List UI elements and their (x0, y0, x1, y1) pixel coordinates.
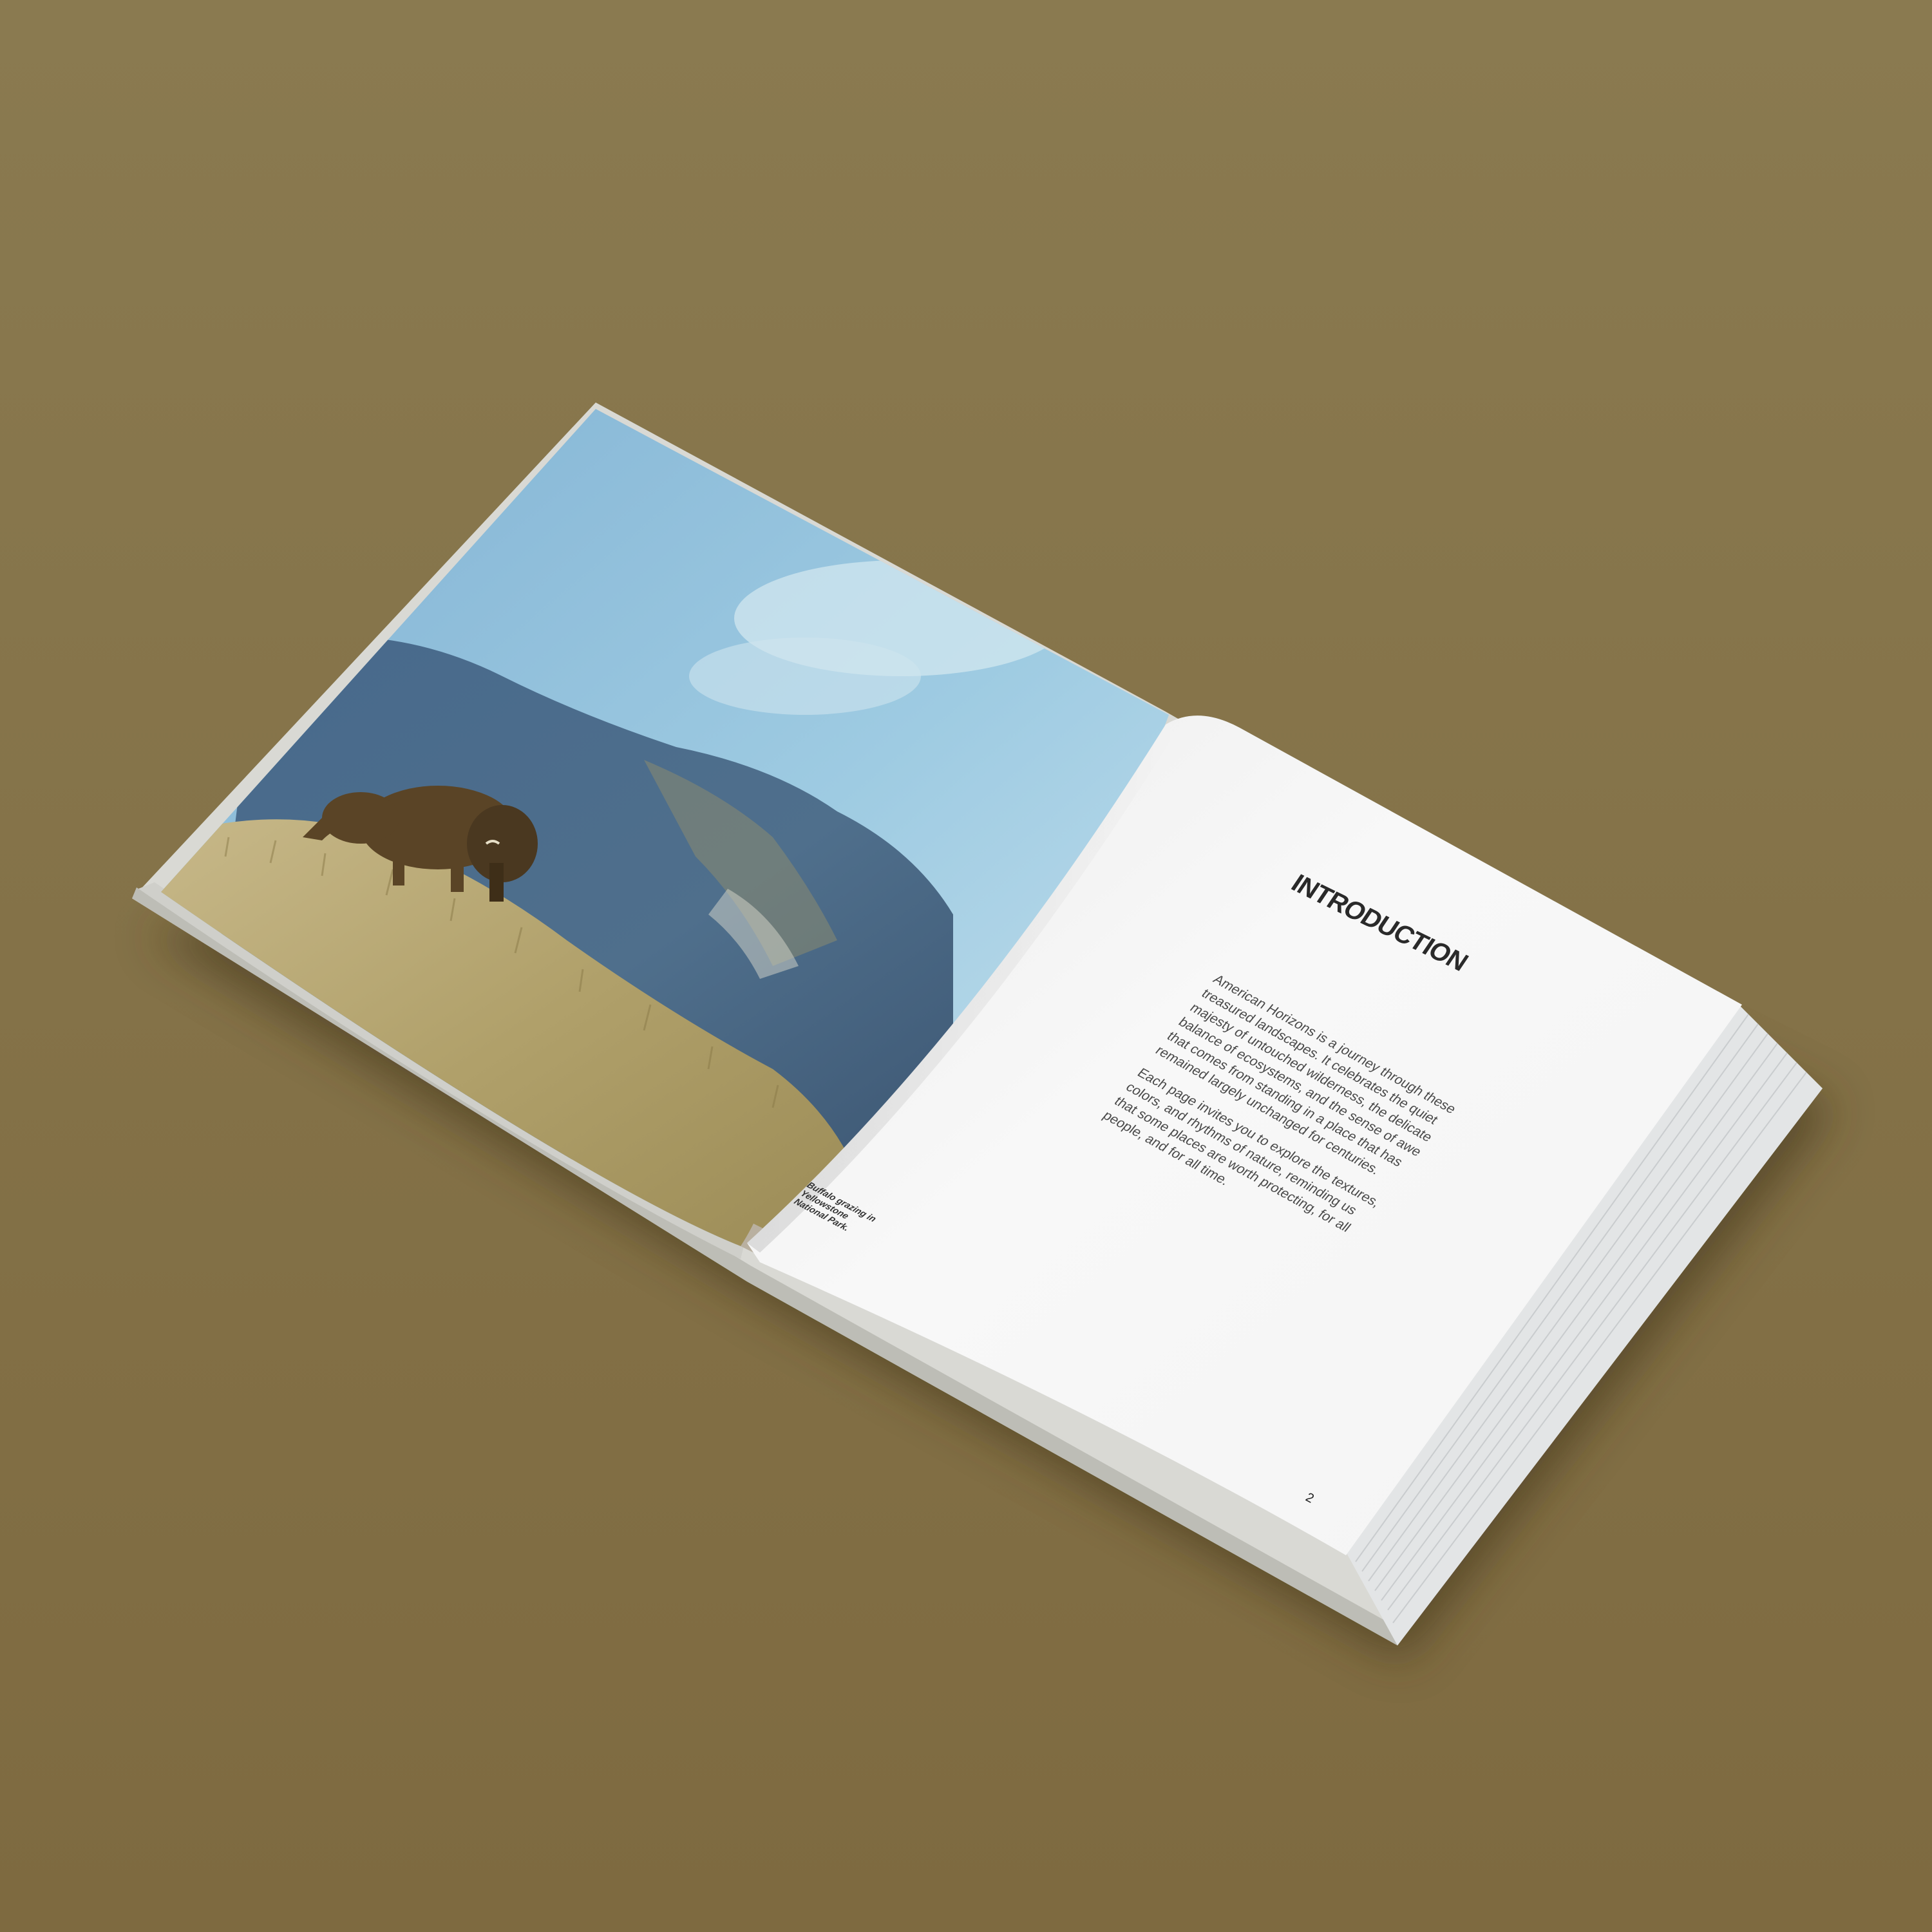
book-illustration (0, 0, 1932, 1932)
book-scene: INTRODUCTION American Horizons is a jour… (0, 0, 1932, 1932)
